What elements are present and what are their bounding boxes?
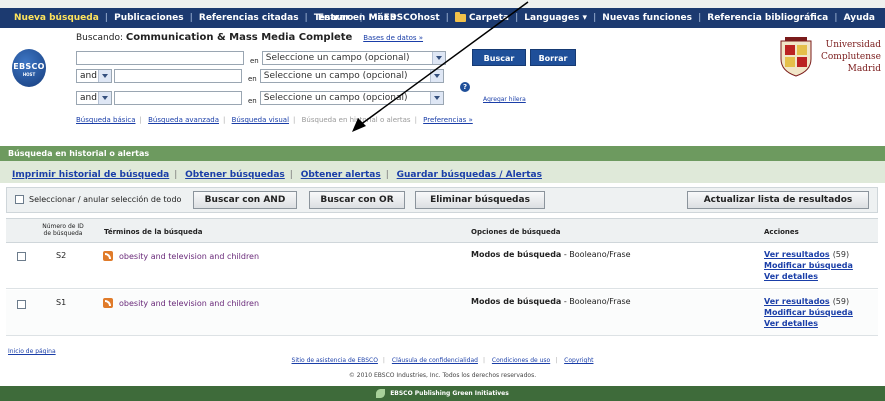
ver-resultados-link[interactable]: Ver resultados — [764, 250, 830, 259]
inicio-de-pagina-link[interactable]: Inicio de página — [8, 348, 56, 355]
ver-resultados-link[interactable]: Ver resultados — [764, 297, 830, 306]
rss-icon[interactable] — [103, 251, 113, 261]
top-strip — [0, 0, 885, 8]
buscar-button[interactable]: Buscar — [472, 49, 526, 66]
field-select-2[interactable]: Seleccione un campo (opcional) — [259, 69, 444, 83]
search-terms: obesity and television and children — [119, 299, 260, 308]
row-checkbox[interactable] — [17, 252, 26, 261]
nav-publicaciones[interactable]: Publicaciones — [108, 13, 190, 23]
row-actions: Ver resultados (59) Modificar búsqueda Ve… — [764, 296, 853, 329]
folder-icon — [454, 11, 466, 22]
link-busqueda-visual[interactable]: Búsqueda visual — [232, 116, 289, 124]
nav-entrar[interactable]: Entrar en Mi EBSCOhost — [312, 13, 446, 23]
search-input-2[interactable] — [114, 69, 242, 83]
search-input-3[interactable] — [114, 91, 242, 105]
modificar-busqueda-link[interactable]: Modificar búsqueda — [764, 307, 853, 318]
boolean-select-2[interactable]: and — [76, 69, 112, 83]
footer-link-asistencia[interactable]: Sitio de asistencia de EBSCO — [292, 357, 378, 364]
footer-links: Sitio de asistencia de EBSCO | Cláusula d… — [291, 357, 594, 364]
search-options: Modos de búsqueda - Booleano/Frase — [471, 297, 631, 306]
buscar-and-button[interactable]: Buscar con AND — [193, 191, 297, 209]
history-toolbar: Seleccionar / anular selección de todo B… — [6, 187, 878, 213]
leaf-icon — [376, 389, 386, 398]
select-all-checkbox[interactable] — [15, 195, 24, 204]
search-options: Modos de búsqueda - Booleano/Frase — [471, 250, 631, 259]
link-obtener-alertas[interactable]: Obtener alertas — [301, 170, 381, 180]
search-row-1: en Seleccione un campo (opcional) — [76, 50, 446, 66]
boolean-select-3[interactable]: and — [76, 91, 112, 105]
nav-referencia-bibliografica[interactable]: Referencia bibliográfica — [701, 13, 834, 23]
link-preferencias[interactable]: Preferencias » — [423, 116, 473, 124]
nav-nueva-busqueda[interactable]: Nueva búsqueda — [8, 13, 105, 23]
modificar-busqueda-link[interactable]: Modificar búsqueda — [764, 260, 853, 271]
nav-referencias-citadas[interactable]: Referencias citadas — [193, 13, 305, 23]
nav-nuevas-funciones[interactable]: Nuevas funciones — [596, 13, 698, 23]
help-icon[interactable]: ? — [460, 82, 470, 92]
header-options: Opciones de búsqueda — [471, 228, 561, 236]
ver-detalles-link[interactable]: Ver detalles — [764, 318, 853, 329]
nav-ayuda[interactable]: Ayuda — [838, 13, 881, 23]
university-crest-icon — [780, 37, 812, 77]
link-busqueda-avanzada[interactable]: Búsqueda avanzada — [148, 116, 219, 124]
search-input-1[interactable] — [76, 51, 244, 65]
result-count: (59) — [832, 297, 850, 306]
green-initiatives-footer[interactable]: EBSCO Publishing Green Initiatives — [0, 386, 885, 401]
search-id: S1 — [56, 298, 67, 307]
nav-languages[interactable]: Languages ▾ — [518, 13, 593, 23]
search-mode-links: Búsqueda básica | Búsqueda avanzada | Búsq… — [76, 116, 473, 124]
ver-detalles-link[interactable]: Ver detalles — [764, 271, 853, 282]
link-imprimir-historial[interactable]: Imprimir historial de búsqueda — [12, 170, 169, 180]
searching-label: Buscando: Communication & Mass Media Com… — [76, 32, 424, 43]
result-count: (59) — [832, 250, 850, 259]
actualizar-lista-button[interactable]: Actualizar lista de resultados — [687, 191, 869, 209]
table-row: S1 obesity and television and children M… — [6, 290, 878, 336]
header-terms: Términos de la búsqueda — [104, 228, 203, 236]
chevron-down-icon — [431, 52, 445, 64]
field-select-3[interactable]: Seleccione un campo (opcional) — [259, 91, 444, 105]
borrar-button[interactable]: Borrar — [530, 49, 576, 66]
link-busqueda-basica[interactable]: Búsqueda básica — [76, 116, 136, 124]
copyright-text: © 2010 EBSCO Industries, Inc. Todos los … — [348, 372, 537, 379]
search-row-2: and en Seleccione un campo (opcional) — [76, 68, 444, 84]
row-checkbox[interactable] — [17, 300, 26, 309]
rss-icon[interactable] — [103, 298, 113, 308]
chevron-down-icon — [429, 92, 443, 104]
chevron-down-icon — [429, 70, 443, 82]
field-select-1[interactable]: Seleccione un campo (opcional) — [261, 51, 446, 65]
header-actions: Acciones — [764, 228, 799, 236]
add-row-link[interactable]: Agregar hilera — [483, 96, 526, 103]
header-id: Número de ID de búsqueda — [42, 223, 84, 237]
university-logo: Universidad Complutense Madrid — [775, 33, 881, 88]
chevron-down-icon — [98, 70, 111, 82]
select-all[interactable]: Seleccionar / anular selección de todo — [15, 195, 181, 204]
search-terms: obesity and television and children — [119, 252, 260, 261]
link-obtener-busquedas[interactable]: Obtener búsquedas — [185, 170, 285, 180]
footer-link-copyright[interactable]: Copyright — [564, 357, 593, 364]
link-busqueda-historial: Búsqueda en historial o alertas — [301, 116, 411, 124]
search-area: EBSCO HOST Buscando: Communication & Mas… — [0, 28, 885, 144]
user-nav: Entrar en Mi EBSCOhost | Carpeta | Languag… — [312, 8, 881, 28]
databases-link[interactable]: Bases de datos » — [363, 34, 423, 42]
buscar-or-button[interactable]: Buscar con OR — [309, 191, 405, 209]
top-navigation-bar: Nueva búsqueda | Publicaciones | Referenci… — [0, 8, 885, 28]
table-row: S2 obesity and television and children M… — [6, 243, 878, 289]
history-links: Imprimir historial de búsqueda | Obtener … — [0, 161, 885, 183]
chevron-down-icon — [98, 92, 111, 104]
eliminar-busquedas-button[interactable]: Eliminar búsquedas — [415, 191, 545, 209]
ebsco-logo[interactable]: EBSCO HOST — [12, 49, 46, 87]
link-guardar-busquedas[interactable]: Guardar búsquedas / Alertas — [397, 170, 542, 180]
footer-link-confidencialidad[interactable]: Cláusula de confidencialidad — [392, 357, 478, 364]
search-id: S2 — [56, 251, 67, 260]
database-name: Communication & Mass Media Complete — [125, 32, 353, 43]
row-actions: Ver resultados (59) Modificar búsqueda Ve… — [764, 249, 853, 282]
history-title-bar: Búsqueda en historial o alertas — [0, 146, 885, 161]
footer-link-condiciones[interactable]: Condiciones de uso — [492, 357, 550, 364]
search-row-3: and en Seleccione un campo (opcional) — [76, 90, 444, 106]
table-header: Número de ID de búsqueda Términos de la b… — [6, 218, 878, 243]
nav-carpeta[interactable]: Carpeta — [449, 11, 515, 23]
